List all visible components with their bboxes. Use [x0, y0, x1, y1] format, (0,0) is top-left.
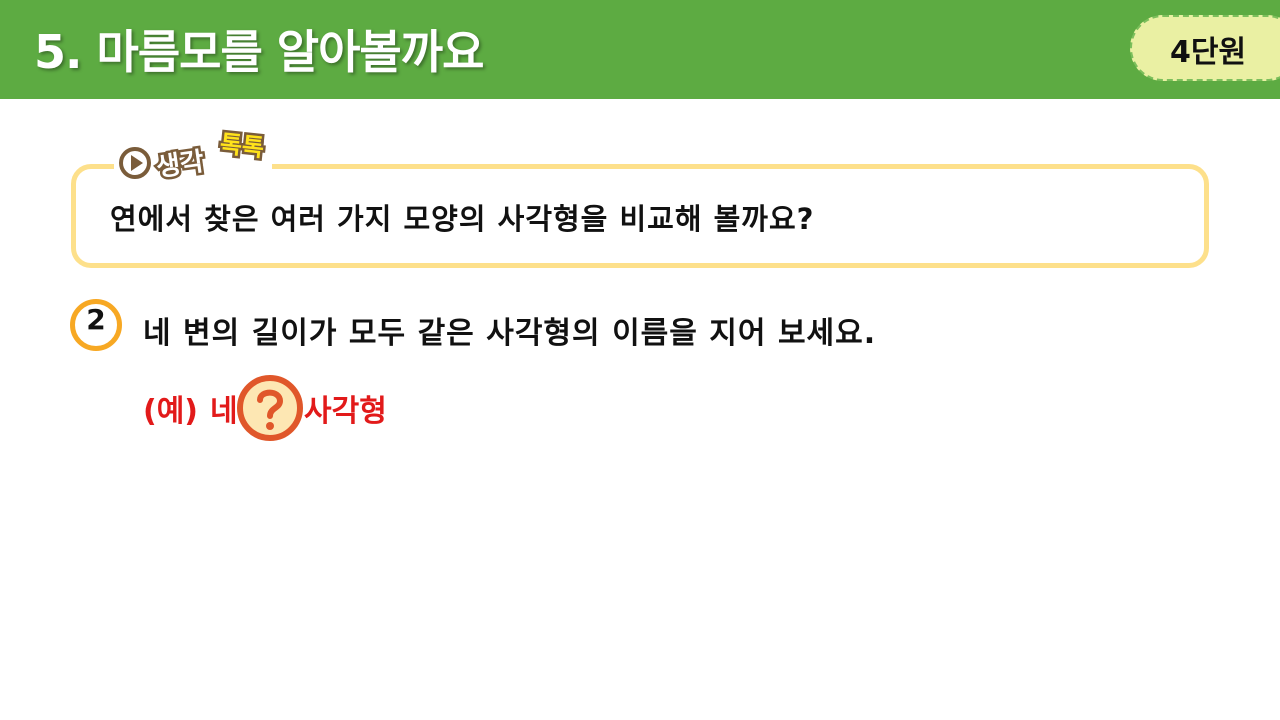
talk-tag-word: 톡톡 — [216, 127, 268, 164]
unit-label: 4단원 — [1170, 35, 1247, 70]
answer-prefix: (예) — [143, 394, 199, 429]
problem-text: 네 변의 길이가 모두 같은 사각형의 이름을 지어 보세요. — [143, 316, 877, 351]
think-tag-word: 생각 — [152, 144, 209, 185]
answer-word: 네 — [210, 394, 238, 429]
answer-suffix: 사각형 — [304, 394, 387, 429]
think-question: 연에서 찾은 여러 가지 모양의 사각형을 비교해 볼까요? — [110, 202, 815, 236]
problem-number: 2 — [86, 303, 106, 336]
page-title: 5. 마름모를 알아볼까요 — [34, 25, 484, 79]
question-mark-icon[interactable] — [236, 374, 304, 442]
play-icon[interactable] — [118, 146, 152, 180]
